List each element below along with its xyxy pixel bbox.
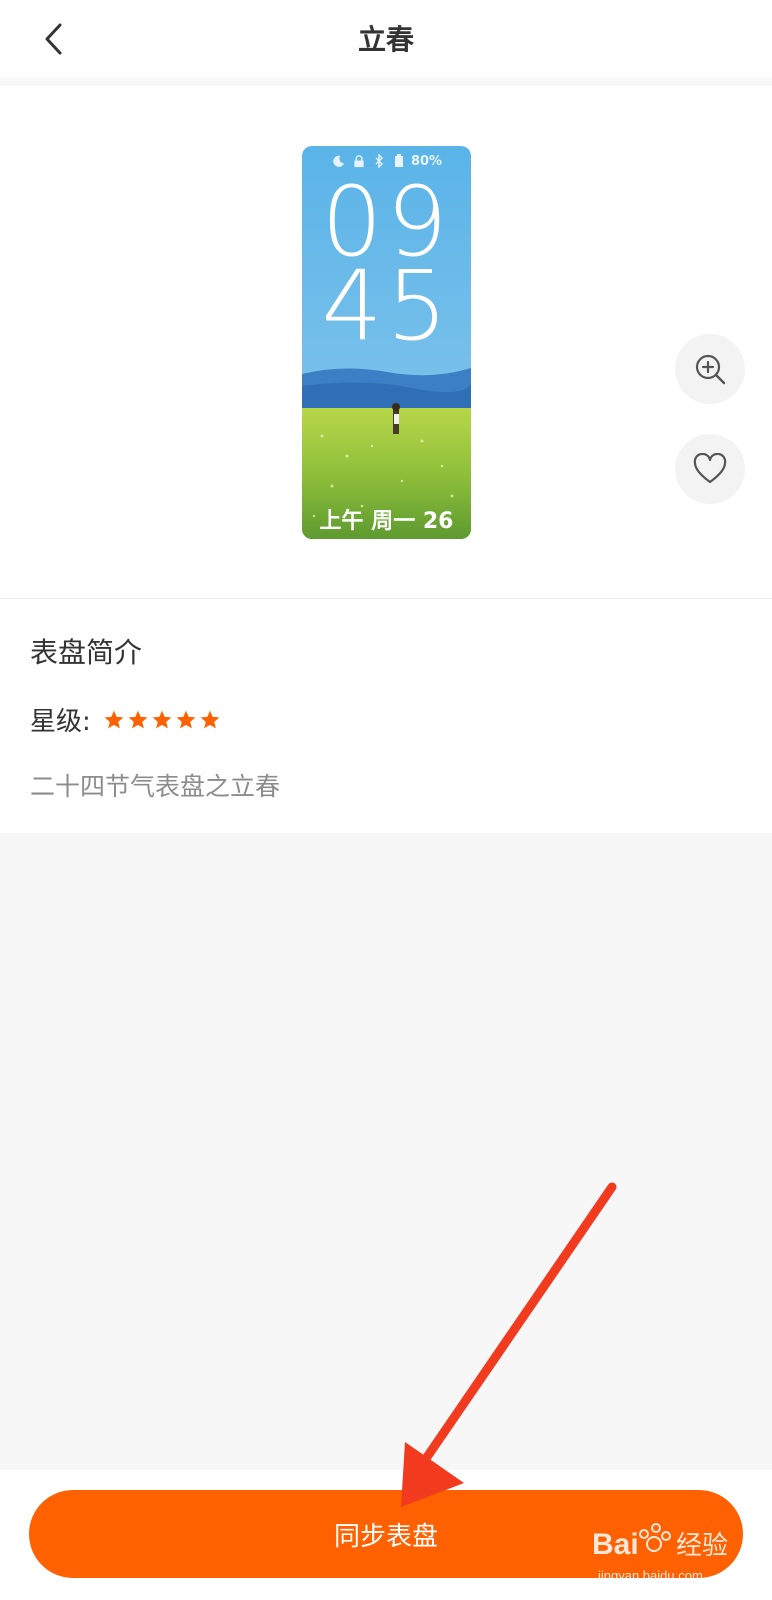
rating-stars <box>103 709 221 731</box>
heart-icon <box>693 453 727 484</box>
star-icon <box>176 710 196 728</box>
watchface-image: 80% 09 45 上午 周一 26 <box>302 146 471 539</box>
page-title: 立春 <box>357 23 414 56</box>
watch-minute: 45 <box>321 250 452 362</box>
content-background <box>0 833 772 1470</box>
zoom-button[interactable] <box>675 334 745 404</box>
favorite-button[interactable] <box>675 434 745 504</box>
rating-row: 星级: <box>30 701 221 738</box>
watchface-preview: 80% 09 45 上午 周一 26 <box>0 86 772 598</box>
watch-date: 上午 周一 26 <box>319 509 454 534</box>
top-nav-bar: 立春 <box>0 0 772 78</box>
rating-label: 星级: <box>30 707 91 737</box>
zoom-in-icon <box>695 354 726 385</box>
star-icon <box>128 710 148 728</box>
divider <box>0 78 772 86</box>
watchface-info: 表盘简介 星级: 二十四节气表盘之立春 <box>0 599 772 833</box>
star-icon <box>152 710 172 728</box>
svg-text:Bai: Bai <box>592 1528 639 1561</box>
baidu-watermark-logo: Bai 经验 jingyan.baidu.com <box>592 1523 728 1583</box>
svg-text:经验: 经验 <box>676 1531 728 1561</box>
svg-text:jingyan.baidu.com: jingyan.baidu.com <box>597 1568 703 1583</box>
star-icon <box>200 710 220 728</box>
star-icon <box>104 710 124 728</box>
section-title: 表盘简介 <box>30 636 143 669</box>
watchface-description: 二十四节气表盘之立春 <box>30 772 281 801</box>
